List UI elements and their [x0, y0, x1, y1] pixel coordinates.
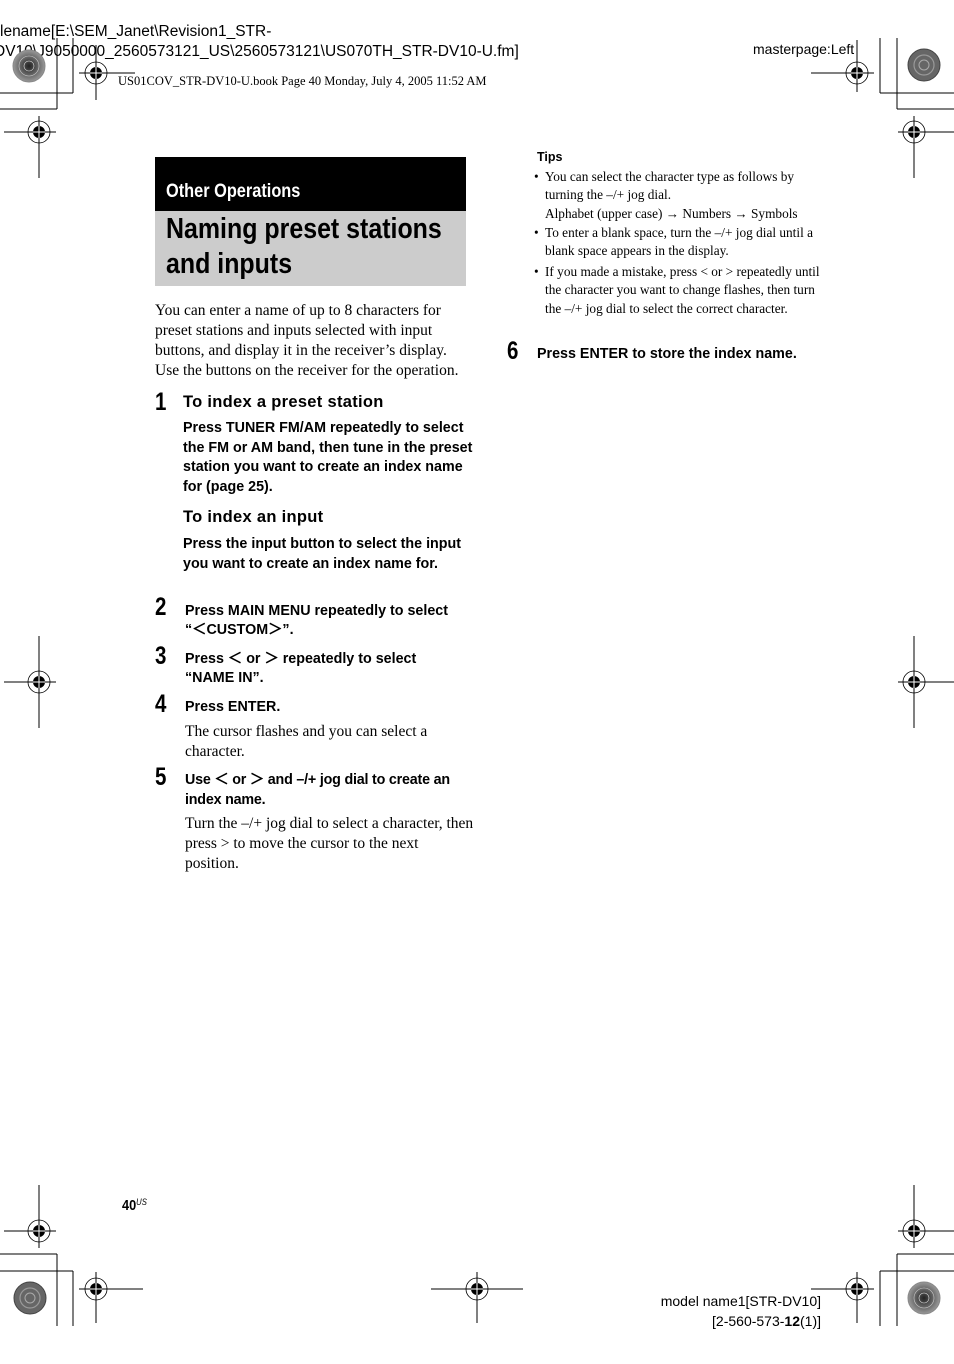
page-number-suffix: US — [136, 1197, 147, 1207]
registration-mark-bottom-left-outer — [4, 1185, 56, 1248]
step-6-instruction: Press ENTER to store the index name. — [537, 346, 797, 362]
page-title-box: Naming preset stations and inputs — [155, 211, 466, 286]
section-category: Other Operations — [166, 181, 301, 202]
step-number-2: 2 — [155, 593, 167, 621]
step-number-3: 3 — [155, 642, 167, 670]
step-4-detail: The cursor flashes and you can select a … — [185, 723, 428, 760]
tip-1-text: You can select the character type as fol… — [545, 169, 794, 203]
step-3-instruction-line2: “NAME IN”. — [185, 670, 264, 686]
step-number-1: 1 — [155, 388, 167, 416]
registration-mark-top-left-outer — [4, 116, 56, 178]
bullet-icon: • — [534, 264, 539, 279]
tip-3-text: If you made a mistake, press < or > repe… — [545, 264, 820, 316]
model-name: model name1[STR-DV10] — [660, 1293, 821, 1309]
star-target-bottom-left — [13, 1281, 47, 1315]
tip-item: • To enter a blank space, turn the –/+ j… — [534, 224, 830, 261]
registration-mark-top-left-inner — [79, 45, 135, 100]
registration-mark-middle-left — [4, 636, 56, 728]
step-1-heading-preset: To index a preset station — [183, 393, 384, 411]
registration-mark-bottom-right-outer — [898, 1185, 954, 1248]
model-part-suffix: (1)] — [800, 1313, 821, 1329]
registration-mark-middle-right — [898, 636, 954, 728]
registration-mark-bottom-left-inner — [79, 1272, 143, 1323]
tip-item: • You can select the character type as f… — [534, 168, 830, 223]
tip-item: • If you made a mistake, press < or > re… — [534, 263, 825, 318]
page-title-line1: Naming preset stations — [166, 213, 442, 245]
step-4-instruction: Press ENTER. — [185, 699, 281, 715]
model-part-number: [2-560-573-12(1)] — [661, 1311, 821, 1331]
bullet-icon: • — [534, 225, 539, 240]
model-info: model name1[STR-DV10] [2-560-573-12(1)] — [661, 1291, 821, 1331]
star-target-bottom-right — [907, 1281, 941, 1315]
tips-heading: Tips — [537, 150, 563, 164]
registration-mark-top-right-outer — [898, 116, 954, 178]
registration-mark-top-right-inner — [811, 40, 874, 92]
page-number-value: 40 — [122, 1197, 137, 1214]
tip-1-sequence: Alphabet (upper case) → Numbers → Symbol… — [545, 205, 798, 221]
step-2-instruction-line1: Press MAIN MENU repeatedly to select — [185, 603, 448, 619]
step-5-detail: Turn the –/+ jog dial to select a charac… — [185, 815, 474, 872]
step-5-instruction: Use ＜ or ＞ and –/+ jog dial to create an… — [185, 772, 450, 808]
model-part-prefix: [2-560-573- — [712, 1313, 785, 1329]
page-number: 40US — [122, 1197, 147, 1214]
step-number-4: 4 — [155, 690, 167, 718]
star-target-top-left — [12, 49, 46, 83]
intro-paragraph: You can enter a name of up to 8 characte… — [155, 302, 459, 379]
step-2-instruction-line2: “＜CUSTOM＞”. — [185, 622, 294, 638]
step-3-instruction-line1: Press ＜ or ＞ repeatedly to select — [185, 651, 417, 667]
section-category-bar: Other Operations — [155, 157, 466, 211]
bullet-icon: • — [534, 169, 539, 184]
registration-mark-bottom-center — [431, 1272, 523, 1323]
star-target-top-right — [907, 48, 941, 82]
step-1-instruction-preset: Press TUNER FM/AM repeatedly to select t… — [183, 420, 473, 495]
step-number-6: 6 — [507, 337, 519, 365]
step-1-heading-input: To index an input — [183, 508, 324, 526]
step-1-instruction-input: Press the input button to select the inp… — [183, 536, 462, 572]
page-title-line2: and inputs — [166, 248, 293, 280]
model-part-bold: 12 — [784, 1313, 800, 1329]
tip-2-text: To enter a blank space, turn the –/+ jog… — [545, 225, 813, 259]
page-title: Naming preset stations and inputs — [166, 212, 442, 282]
step-number-5: 5 — [155, 763, 167, 791]
